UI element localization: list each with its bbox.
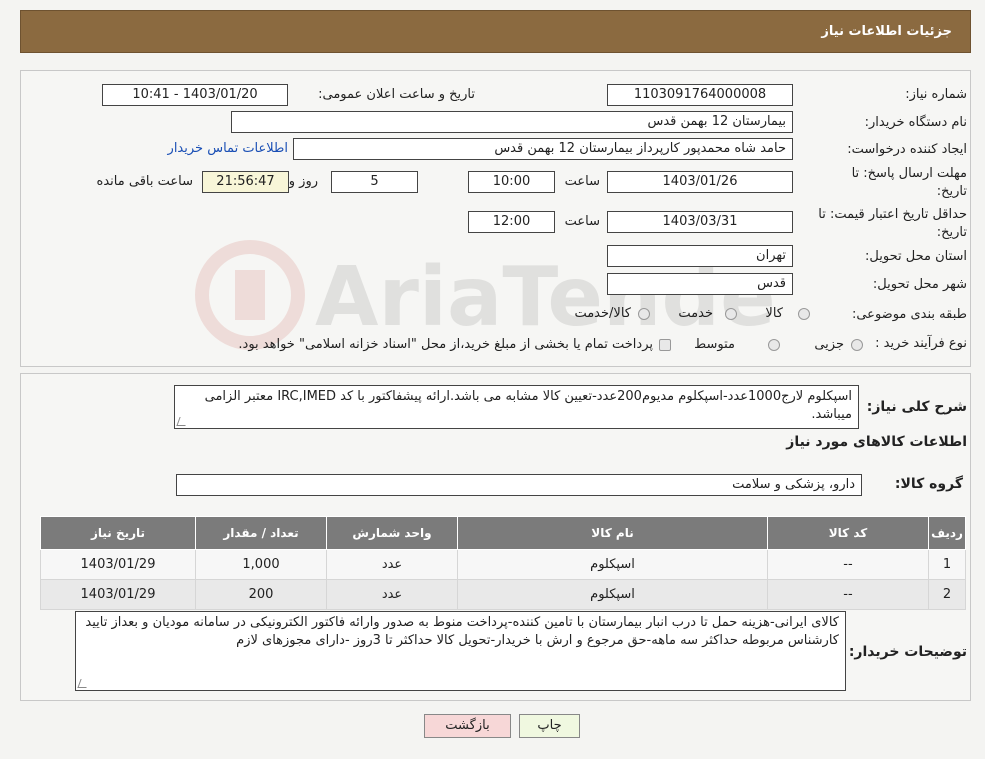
category-option-goods-service: کالا/خدمت — [574, 306, 631, 321]
category-option-service: خدمت — [678, 306, 713, 321]
deadline-time-label: ساعت — [564, 174, 600, 189]
validity-label-line1: حداقل تاریخ اعتبار قیمت: تا — [818, 207, 967, 222]
category-option-goods: کالا — [765, 306, 783, 321]
print-button[interactable]: چاپ — [519, 714, 580, 738]
back-button[interactable]: بازگشت — [424, 714, 511, 738]
purchase-radio-minor[interactable] — [851, 339, 863, 351]
category-radio-goods-service[interactable] — [638, 308, 650, 320]
cell-row-number: 2 — [928, 579, 966, 610]
goods-table-header: ردیف کد کالا نام کالا واحد شمارش تعداد /… — [40, 516, 966, 550]
remaining-time-field: 21:56:47 — [202, 171, 289, 193]
cell-item-name: اسپکلوم — [457, 549, 768, 580]
purchase-type-label: نوع فرآیند خرید : — [875, 336, 967, 351]
validity-date-field: 1403/03/31 — [607, 211, 793, 233]
col-item-code: کد کالا — [767, 516, 929, 550]
requester-field: حامد شاه محمدپور کارپرداز بیمارستان 12 ب… — [293, 138, 793, 160]
resize-handle-icon[interactable] — [77, 679, 90, 688]
description-text: اسپکلوم لارج1000عدد-اسپکلوم مدیوم200عدد-… — [204, 389, 852, 422]
validity-time-label: ساعت — [564, 214, 600, 229]
city-label: شهر محل تحویل: — [872, 277, 967, 292]
remaining-time-label: ساعت باقی مانده — [96, 174, 193, 189]
category-label: طبقه بندی موضوعی: — [851, 307, 967, 322]
purchase-option-medium: متوسط — [694, 337, 735, 352]
cell-need-date: 1403/01/29 — [40, 579, 196, 610]
validity-time-field: 12:00 — [468, 211, 555, 233]
cell-unit: عدد — [326, 549, 458, 580]
deadline-label-line1: مهلت ارسال پاسخ: تا — [851, 166, 967, 181]
buyer-notes-textarea: کالای ایرانی-هزینه حمل تا درب انبار بیما… — [75, 611, 846, 691]
table-row: 2 -- اسپکلوم عدد 200 1403/01/29 — [40, 579, 966, 610]
buyer-notes-label: توضیحات خریدار: — [848, 644, 967, 660]
purchase-option-minor: جزیی — [814, 337, 844, 352]
resize-handle-icon[interactable] — [176, 417, 189, 426]
cell-item-code: -- — [767, 579, 929, 610]
cell-need-date: 1403/01/29 — [40, 549, 196, 580]
cell-item-code: -- — [767, 549, 929, 580]
announce-datetime-field: 1403/01/20 - 10:41 — [102, 84, 288, 106]
province-field: تهران — [607, 245, 793, 267]
cell-quantity: 200 — [195, 579, 327, 610]
goods-group-label: گروه کالا: — [894, 476, 963, 492]
city-field: قدس — [607, 273, 793, 295]
requester-label: ایجاد کننده درخواست: — [847, 142, 967, 157]
cell-item-name: اسپکلوم — [457, 579, 768, 610]
col-need-date: تاریخ نیاز — [40, 516, 196, 550]
category-radio-service[interactable] — [725, 308, 737, 320]
goods-table: ردیف کد کالا نام کالا واحد شمارش تعداد /… — [40, 516, 966, 610]
category-radio-goods[interactable] — [798, 308, 810, 320]
col-quantity: تعداد / مقدار — [195, 516, 327, 550]
validity-label-line2: تاریخ: — [936, 225, 967, 240]
description-textarea: اسپکلوم لارج1000عدد-اسپکلوم مدیوم200عدد-… — [174, 385, 859, 429]
buyer-org-label: نام دستگاه خریدار: — [864, 115, 967, 130]
buyer-org-field: بیمارستان 12 بهمن قدس — [231, 111, 793, 133]
remaining-days-field: 5 — [331, 171, 418, 193]
need-number-field: 1103091764000008 — [607, 84, 793, 106]
col-unit: واحد شمارش — [326, 516, 458, 550]
cell-row-number: 1 — [928, 549, 966, 580]
goods-group-field: دارو، پزشکی و سلامت — [176, 474, 862, 496]
cell-quantity: 1,000 — [195, 549, 327, 580]
province-label: استان محل تحویل: — [865, 249, 967, 264]
purchase-radio-medium[interactable] — [768, 339, 780, 351]
page-header: جزئیات اطلاعات نیاز — [20, 10, 971, 53]
description-label: شرح کلی نیاز: — [866, 399, 967, 415]
need-number-label: شماره نیاز: — [905, 87, 967, 102]
goods-section-title: اطلاعات کالاهای مورد نیاز — [786, 434, 967, 450]
col-item-name: نام کالا — [457, 516, 768, 550]
buyer-notes-text: کالای ایرانی-هزینه حمل تا درب انبار بیما… — [85, 615, 839, 648]
announce-datetime-label: تاریخ و ساعت اعلان عمومی: — [318, 87, 475, 102]
table-row: 1 -- اسپکلوم عدد 1,000 1403/01/29 — [40, 549, 966, 580]
cell-unit: عدد — [326, 579, 458, 610]
page-title: جزئیات اطلاعات نیاز — [821, 24, 952, 39]
treasury-bonds-note: پرداخت تمام یا بخشی از مبلغ خرید،از محل … — [238, 337, 653, 352]
treasury-bonds-checkbox[interactable] — [659, 339, 671, 351]
deadline-date-field: 1403/01/26 — [607, 171, 793, 193]
deadline-label-line2: تاریخ: — [936, 184, 967, 199]
col-row-number: ردیف — [928, 516, 966, 550]
days-label: روز و — [288, 174, 318, 189]
deadline-time-field: 10:00 — [468, 171, 555, 193]
buyer-contact-link[interactable]: اطلاعات تماس خریدار — [168, 141, 288, 156]
